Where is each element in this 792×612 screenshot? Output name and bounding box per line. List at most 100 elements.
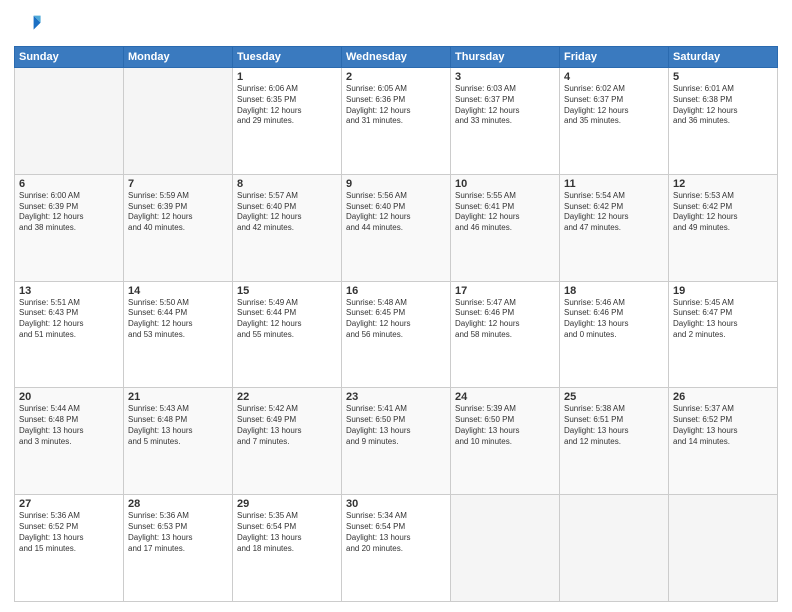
day-number: 12: [673, 178, 773, 190]
day-number: 11: [564, 178, 664, 190]
calendar-cell: 25Sunrise: 5:38 AM Sunset: 6:51 PM Dayli…: [560, 388, 669, 495]
calendar-cell: 9Sunrise: 5:56 AM Sunset: 6:40 PM Daylig…: [342, 174, 451, 281]
day-info: Sunrise: 5:56 AM Sunset: 6:40 PM Dayligh…: [346, 191, 446, 234]
day-number: 13: [19, 285, 119, 297]
calendar-cell: 15Sunrise: 5:49 AM Sunset: 6:44 PM Dayli…: [233, 281, 342, 388]
day-number: 3: [455, 71, 555, 83]
week-row-3: 13Sunrise: 5:51 AM Sunset: 6:43 PM Dayli…: [15, 281, 778, 388]
weekday-header-wednesday: Wednesday: [342, 47, 451, 68]
logo: [14, 10, 46, 38]
day-info: Sunrise: 5:54 AM Sunset: 6:42 PM Dayligh…: [564, 191, 664, 234]
day-info: Sunrise: 5:55 AM Sunset: 6:41 PM Dayligh…: [455, 191, 555, 234]
weekday-header-thursday: Thursday: [451, 47, 560, 68]
day-number: 9: [346, 178, 446, 190]
day-number: 2: [346, 71, 446, 83]
calendar-cell: 7Sunrise: 5:59 AM Sunset: 6:39 PM Daylig…: [124, 174, 233, 281]
page: SundayMondayTuesdayWednesdayThursdayFrid…: [0, 0, 792, 612]
day-number: 23: [346, 391, 446, 403]
calendar-cell: 17Sunrise: 5:47 AM Sunset: 6:46 PM Dayli…: [451, 281, 560, 388]
calendar-table: SundayMondayTuesdayWednesdayThursdayFrid…: [14, 46, 778, 602]
day-info: Sunrise: 5:42 AM Sunset: 6:49 PM Dayligh…: [237, 404, 337, 447]
calendar-cell: 4Sunrise: 6:02 AM Sunset: 6:37 PM Daylig…: [560, 68, 669, 175]
calendar-cell: 10Sunrise: 5:55 AM Sunset: 6:41 PM Dayli…: [451, 174, 560, 281]
day-info: Sunrise: 6:05 AM Sunset: 6:36 PM Dayligh…: [346, 84, 446, 127]
calendar-cell: 29Sunrise: 5:35 AM Sunset: 6:54 PM Dayli…: [233, 495, 342, 602]
calendar-cell: [560, 495, 669, 602]
day-info: Sunrise: 6:01 AM Sunset: 6:38 PM Dayligh…: [673, 84, 773, 127]
day-info: Sunrise: 5:36 AM Sunset: 6:52 PM Dayligh…: [19, 511, 119, 554]
calendar-cell: 19Sunrise: 5:45 AM Sunset: 6:47 PM Dayli…: [669, 281, 778, 388]
day-info: Sunrise: 5:53 AM Sunset: 6:42 PM Dayligh…: [673, 191, 773, 234]
calendar-cell: 18Sunrise: 5:46 AM Sunset: 6:46 PM Dayli…: [560, 281, 669, 388]
calendar-cell: 27Sunrise: 5:36 AM Sunset: 6:52 PM Dayli…: [15, 495, 124, 602]
day-number: 7: [128, 178, 228, 190]
calendar-cell: 20Sunrise: 5:44 AM Sunset: 6:48 PM Dayli…: [15, 388, 124, 495]
day-info: Sunrise: 5:44 AM Sunset: 6:48 PM Dayligh…: [19, 404, 119, 447]
logo-icon: [14, 10, 42, 38]
calendar-cell: 2Sunrise: 6:05 AM Sunset: 6:36 PM Daylig…: [342, 68, 451, 175]
week-row-2: 6Sunrise: 6:00 AM Sunset: 6:39 PM Daylig…: [15, 174, 778, 281]
day-number: 6: [19, 178, 119, 190]
weekday-header-saturday: Saturday: [669, 47, 778, 68]
day-number: 27: [19, 498, 119, 510]
calendar-cell: 5Sunrise: 6:01 AM Sunset: 6:38 PM Daylig…: [669, 68, 778, 175]
day-info: Sunrise: 5:45 AM Sunset: 6:47 PM Dayligh…: [673, 298, 773, 341]
day-info: Sunrise: 5:34 AM Sunset: 6:54 PM Dayligh…: [346, 511, 446, 554]
day-number: 15: [237, 285, 337, 297]
day-number: 16: [346, 285, 446, 297]
day-number: 29: [237, 498, 337, 510]
day-info: Sunrise: 5:38 AM Sunset: 6:51 PM Dayligh…: [564, 404, 664, 447]
calendar-cell: [124, 68, 233, 175]
day-info: Sunrise: 5:39 AM Sunset: 6:50 PM Dayligh…: [455, 404, 555, 447]
day-info: Sunrise: 5:59 AM Sunset: 6:39 PM Dayligh…: [128, 191, 228, 234]
day-info: Sunrise: 5:49 AM Sunset: 6:44 PM Dayligh…: [237, 298, 337, 341]
calendar-cell: 16Sunrise: 5:48 AM Sunset: 6:45 PM Dayli…: [342, 281, 451, 388]
calendar-cell: 26Sunrise: 5:37 AM Sunset: 6:52 PM Dayli…: [669, 388, 778, 495]
day-info: Sunrise: 5:50 AM Sunset: 6:44 PM Dayligh…: [128, 298, 228, 341]
day-number: 26: [673, 391, 773, 403]
day-info: Sunrise: 5:51 AM Sunset: 6:43 PM Dayligh…: [19, 298, 119, 341]
day-info: Sunrise: 5:46 AM Sunset: 6:46 PM Dayligh…: [564, 298, 664, 341]
calendar-cell: 12Sunrise: 5:53 AM Sunset: 6:42 PM Dayli…: [669, 174, 778, 281]
calendar-cell: 28Sunrise: 5:36 AM Sunset: 6:53 PM Dayli…: [124, 495, 233, 602]
day-number: 1: [237, 71, 337, 83]
day-number: 10: [455, 178, 555, 190]
day-number: 17: [455, 285, 555, 297]
day-number: 18: [564, 285, 664, 297]
day-info: Sunrise: 5:48 AM Sunset: 6:45 PM Dayligh…: [346, 298, 446, 341]
calendar-cell: [451, 495, 560, 602]
week-row-4: 20Sunrise: 5:44 AM Sunset: 6:48 PM Dayli…: [15, 388, 778, 495]
calendar-cell: 1Sunrise: 6:06 AM Sunset: 6:35 PM Daylig…: [233, 68, 342, 175]
calendar-cell: 3Sunrise: 6:03 AM Sunset: 6:37 PM Daylig…: [451, 68, 560, 175]
day-info: Sunrise: 6:06 AM Sunset: 6:35 PM Dayligh…: [237, 84, 337, 127]
calendar-cell: 24Sunrise: 5:39 AM Sunset: 6:50 PM Dayli…: [451, 388, 560, 495]
weekday-header-friday: Friday: [560, 47, 669, 68]
day-number: 20: [19, 391, 119, 403]
calendar-cell: [669, 495, 778, 602]
day-info: Sunrise: 6:00 AM Sunset: 6:39 PM Dayligh…: [19, 191, 119, 234]
calendar-cell: 13Sunrise: 5:51 AM Sunset: 6:43 PM Dayli…: [15, 281, 124, 388]
day-info: Sunrise: 5:36 AM Sunset: 6:53 PM Dayligh…: [128, 511, 228, 554]
day-number: 19: [673, 285, 773, 297]
day-number: 24: [455, 391, 555, 403]
calendar-cell: 23Sunrise: 5:41 AM Sunset: 6:50 PM Dayli…: [342, 388, 451, 495]
day-number: 25: [564, 391, 664, 403]
day-number: 22: [237, 391, 337, 403]
calendar-cell: 8Sunrise: 5:57 AM Sunset: 6:40 PM Daylig…: [233, 174, 342, 281]
day-number: 5: [673, 71, 773, 83]
day-number: 21: [128, 391, 228, 403]
calendar-cell: 14Sunrise: 5:50 AM Sunset: 6:44 PM Dayli…: [124, 281, 233, 388]
calendar-cell: 22Sunrise: 5:42 AM Sunset: 6:49 PM Dayli…: [233, 388, 342, 495]
calendar-cell: 11Sunrise: 5:54 AM Sunset: 6:42 PM Dayli…: [560, 174, 669, 281]
weekday-header-monday: Monday: [124, 47, 233, 68]
day-number: 28: [128, 498, 228, 510]
day-number: 14: [128, 285, 228, 297]
day-info: Sunrise: 5:57 AM Sunset: 6:40 PM Dayligh…: [237, 191, 337, 234]
week-row-5: 27Sunrise: 5:36 AM Sunset: 6:52 PM Dayli…: [15, 495, 778, 602]
day-number: 8: [237, 178, 337, 190]
calendar-cell: 6Sunrise: 6:00 AM Sunset: 6:39 PM Daylig…: [15, 174, 124, 281]
day-info: Sunrise: 5:35 AM Sunset: 6:54 PM Dayligh…: [237, 511, 337, 554]
weekday-header-row: SundayMondayTuesdayWednesdayThursdayFrid…: [15, 47, 778, 68]
day-info: Sunrise: 5:41 AM Sunset: 6:50 PM Dayligh…: [346, 404, 446, 447]
day-info: Sunrise: 5:47 AM Sunset: 6:46 PM Dayligh…: [455, 298, 555, 341]
